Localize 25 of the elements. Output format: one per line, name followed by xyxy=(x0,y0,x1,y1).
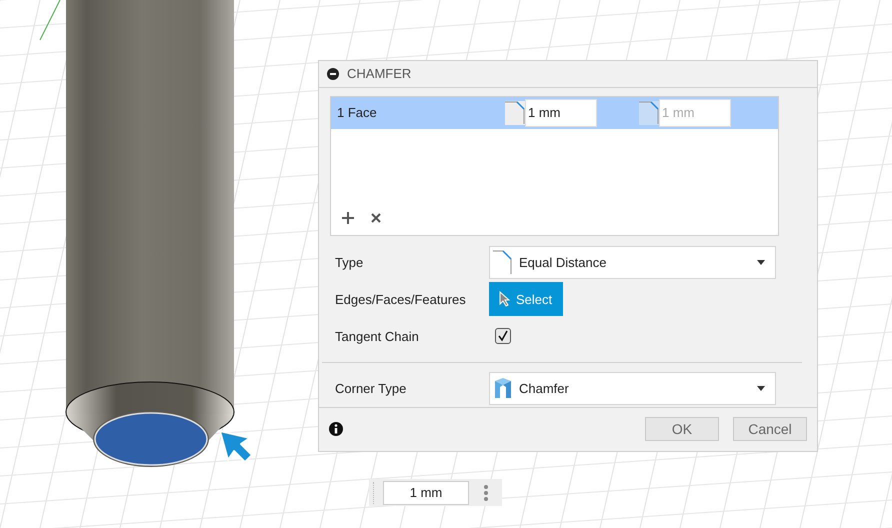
chamfer-profile-icon xyxy=(505,100,525,125)
distance-input[interactable]: 1 mm xyxy=(525,98,597,127)
info-icon[interactable] xyxy=(329,422,343,436)
field-label: Edges/Faces/Features xyxy=(334,290,467,309)
dialog-title: CHAMFER xyxy=(347,65,412,84)
remove-icon[interactable] xyxy=(369,210,383,225)
field-label: Type xyxy=(334,254,364,272)
more-options-icon[interactable] xyxy=(483,484,489,502)
field-label: Tangent Chain xyxy=(334,328,420,346)
field-label: Corner Type xyxy=(334,380,408,398)
pointer-cursor-icon xyxy=(219,430,253,463)
dropdown[interactable]: Chamfer xyxy=(489,372,776,405)
caret-icon xyxy=(757,260,765,265)
collapse-icon[interactable] xyxy=(327,68,339,80)
dialog-button[interactable]: Cancel xyxy=(733,417,807,442)
cursor-icon xyxy=(499,291,510,308)
caret-icon xyxy=(757,386,765,391)
corner-icon xyxy=(493,377,513,400)
dropdown[interactable]: Equal Distance xyxy=(489,246,776,279)
add-icon[interactable] xyxy=(341,210,355,225)
distance-input[interactable]: 1 mm xyxy=(383,480,469,504)
chamfer-profile-icon xyxy=(639,100,659,125)
checkbox[interactable] xyxy=(495,328,511,344)
dialog-button[interactable]: OK xyxy=(645,417,719,442)
chamfer-profile-icon xyxy=(493,249,513,276)
